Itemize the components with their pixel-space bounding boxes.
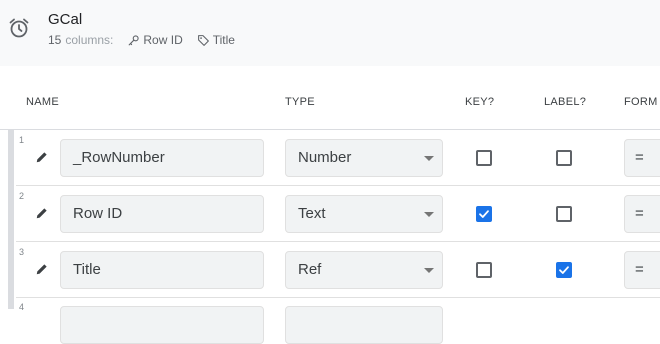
- key-column-name: Row ID: [143, 33, 183, 47]
- column-header-type: TYPE: [285, 96, 315, 108]
- table-header: GCal 15 columns: Row ID Title: [0, 0, 660, 66]
- pencil-icon[interactable]: [35, 262, 49, 276]
- checkmark-icon: [559, 266, 569, 274]
- column-type-select[interactable]: Ref: [285, 251, 443, 289]
- column-type-value: Number: [298, 149, 352, 166]
- key-column-chip: Row ID: [127, 33, 183, 47]
- column-type-select[interactable]: Number: [285, 139, 443, 177]
- column-name-field[interactable]: [60, 306, 264, 344]
- pencil-icon[interactable]: [35, 150, 49, 164]
- column-header-name: NAME: [26, 96, 59, 108]
- column-header-key: KEY?: [465, 96, 495, 108]
- table-row: 1 _RowNumber Number =: [0, 130, 660, 186]
- table-row: 2 Row ID Text =: [0, 186, 660, 242]
- column-name-field[interactable]: Row ID: [60, 195, 264, 233]
- label-column-chip: Title: [197, 33, 235, 47]
- column-count: 15: [48, 33, 62, 47]
- row-number: 2: [19, 191, 25, 201]
- label-column-name: Title: [212, 33, 235, 47]
- pencil-icon[interactable]: [35, 206, 49, 220]
- key-icon: [129, 34, 140, 45]
- row-number: 1: [19, 135, 25, 145]
- dropdown-arrow-icon: [424, 268, 434, 273]
- column-type-select[interactable]: [285, 306, 443, 344]
- column-type-value: Text: [298, 205, 326, 222]
- label-checkbox[interactable]: [556, 150, 572, 166]
- key-checkbox[interactable]: [476, 150, 492, 166]
- row-number: 4: [19, 302, 25, 312]
- key-checkbox[interactable]: [476, 262, 492, 278]
- row-number: 3: [19, 247, 25, 257]
- tag-icon: [197, 34, 209, 46]
- column-type-select[interactable]: Text: [285, 195, 443, 233]
- column-type-value: Ref: [298, 261, 322, 278]
- columns-label: columns:: [65, 33, 114, 47]
- dropdown-arrow-icon: [424, 212, 434, 217]
- label-checkbox[interactable]: [556, 206, 572, 222]
- checkmark-icon: [479, 210, 489, 218]
- formula-field[interactable]: =: [624, 139, 660, 177]
- key-checkbox[interactable]: [476, 206, 492, 222]
- column-name-field[interactable]: _RowNumber: [60, 139, 264, 177]
- column-name-field[interactable]: Title: [60, 251, 264, 289]
- column-header-label: LABEL?: [544, 96, 587, 108]
- alarm-clock-icon: [9, 18, 29, 38]
- label-checkbox[interactable]: [556, 262, 572, 278]
- table-meta: 15 columns: Row ID Title: [48, 33, 235, 47]
- column-header-formula: FORM: [624, 96, 658, 108]
- dropdown-arrow-icon: [424, 156, 434, 161]
- formula-field[interactable]: =: [624, 251, 660, 289]
- table-row: 3 Title Ref =: [0, 242, 660, 298]
- formula-field[interactable]: =: [624, 195, 660, 233]
- table-name: GCal: [48, 11, 83, 28]
- table-row: 4: [0, 298, 660, 344]
